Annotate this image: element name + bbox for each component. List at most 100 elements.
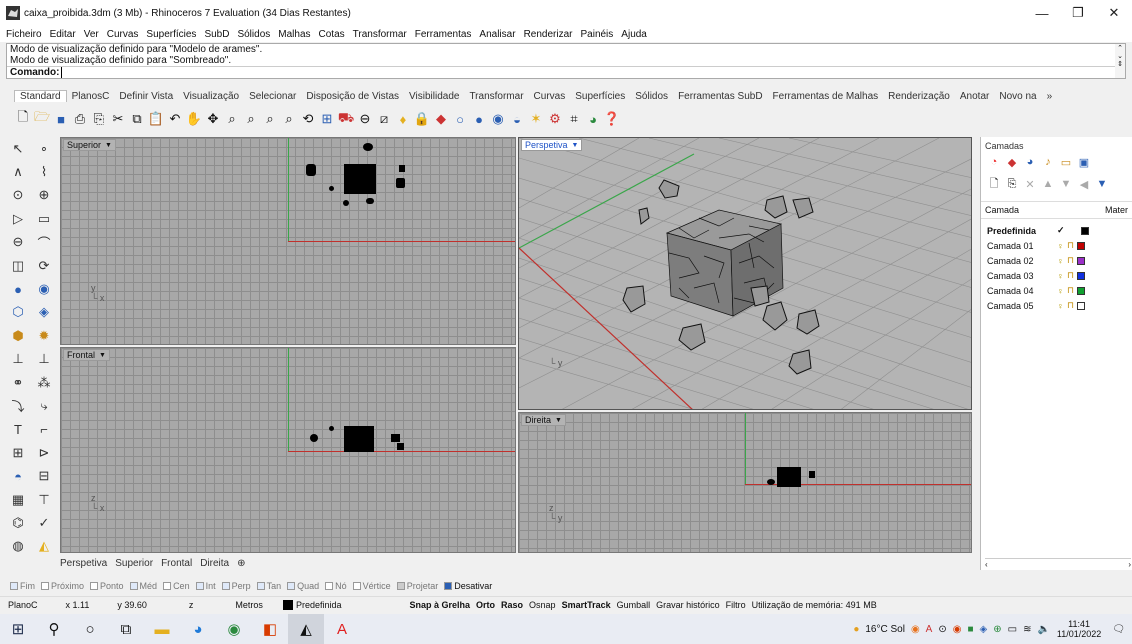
viewport-front-label[interactable]: Frontal ▼: [63, 349, 110, 361]
weather-icon[interactable]: ●: [853, 624, 859, 635]
edge-icon[interactable]: ◕: [180, 614, 216, 644]
filter-icon[interactable]: ▼: [1093, 176, 1111, 192]
search-icon[interactable]: ⚲: [36, 614, 72, 644]
menu-transformar[interactable]: Transformar: [353, 29, 407, 40]
checkbox[interactable]: [41, 582, 49, 590]
toggle-osnap[interactable]: Osnap: [526, 600, 559, 610]
layer-row[interactable]: Camada 03 ♀ ⊓: [981, 268, 1132, 283]
windows-start-icon[interactable]: ⊞: [0, 614, 36, 644]
osnap-vertice[interactable]: Vértice: [352, 581, 391, 591]
shade-icon[interactable]: ◍: [6, 535, 30, 558]
fillet-icon[interactable]: ⌒: [32, 231, 56, 254]
tab-visibilidade[interactable]: Visibilidade: [404, 91, 464, 102]
options-icon[interactable]: ⚙: [546, 109, 564, 129]
display-tab-icon[interactable]: ♪: [1039, 154, 1057, 170]
tab-ferramentas-subd[interactable]: Ferramentas SubD: [673, 91, 767, 102]
osnap-quad[interactable]: Quad: [287, 581, 319, 591]
checkbox[interactable]: [325, 582, 334, 590]
checkbox[interactable]: [256, 582, 265, 590]
tab-transformar[interactable]: Transformar: [464, 91, 528, 102]
bulb-icon[interactable]: ♀: [1057, 256, 1067, 266]
render-mesh-icon[interactable]: ◓: [6, 464, 30, 487]
ellipse-icon[interactable]: ⊕: [32, 184, 56, 207]
four-view-icon[interactable]: ⊞: [318, 109, 336, 129]
tab-definir-vista[interactable]: Definir Vista: [114, 91, 178, 102]
save-icon[interactable]: ■: [52, 109, 70, 129]
menu-paineis[interactable]: Painéis: [580, 29, 613, 40]
clock[interactable]: 11:41 11/01/2022: [1057, 619, 1101, 639]
move-left-icon[interactable]: ◀: [1075, 176, 1093, 192]
layer-color-swatch[interactable]: [1077, 271, 1085, 280]
loft-icon[interactable]: ⟳: [32, 254, 56, 277]
sphere-icon[interactable]: ●: [6, 277, 30, 300]
checkbox[interactable]: [221, 582, 230, 590]
light-icon[interactable]: ✶: [527, 109, 545, 129]
layer-row[interactable]: Predefinida ✓: [981, 223, 1132, 238]
osnap-cen[interactable]: Cen: [163, 581, 190, 591]
toggle-raso[interactable]: Raso: [498, 600, 526, 610]
viewport-front[interactable]: Frontal ▼ z └ x: [60, 347, 516, 553]
network-icon[interactable]: ⊕: [993, 624, 1001, 635]
trim-icon[interactable]: ⤵: [6, 394, 30, 417]
tray-app2-icon[interactable]: ■: [967, 624, 973, 635]
layer-color-swatch[interactable]: [1077, 256, 1085, 265]
box-icon[interactable]: ⬡: [6, 301, 30, 324]
new-file-icon[interactable]: 🗋: [14, 109, 32, 129]
solid-icon[interactable]: ◉: [32, 277, 56, 300]
point-icon[interactable]: ∘: [32, 137, 56, 160]
paste-icon[interactable]: 📋: [147, 109, 165, 129]
surface-icon[interactable]: ◫: [6, 254, 30, 277]
layer-tool-icon[interactable]: ⊤: [32, 488, 56, 511]
osnap-perp[interactable]: Perp: [221, 581, 251, 591]
menu-ajuda[interactable]: Ajuda: [621, 29, 647, 40]
rectangle-icon[interactable]: ▭: [32, 207, 56, 230]
vptab-front[interactable]: Frontal: [161, 558, 192, 569]
acrobat-tray-icon[interactable]: A: [926, 624, 933, 635]
layer-color-swatch[interactable]: [1077, 301, 1085, 310]
osnap-med[interactable]: Méd: [129, 581, 157, 591]
menu-curvas[interactable]: Curvas: [107, 29, 139, 40]
tab-planosc[interactable]: PlanosC: [67, 91, 115, 102]
tab-selecionar[interactable]: Selecionar: [244, 91, 301, 102]
unlock-icon[interactable]: ⊓: [1067, 300, 1077, 311]
wireframe-icon[interactable]: ○: [451, 109, 469, 129]
osnap-no[interactable]: Nó: [325, 581, 347, 591]
checkbox[interactable]: [396, 582, 405, 590]
help-icon[interactable]: ❓: [603, 109, 621, 129]
tab-disposicao-vistas[interactable]: Disposição de Vistas: [301, 91, 404, 102]
material-tool-icon[interactable]: ◭: [32, 535, 56, 558]
viewport-top-label[interactable]: Superior ▼: [63, 139, 116, 151]
render-icon[interactable]: ◒: [508, 109, 526, 129]
zoom-extents-icon[interactable]: ⌕: [261, 109, 279, 129]
polyline-icon[interactable]: ∧: [6, 160, 30, 183]
column-material[interactable]: Mater: [1077, 205, 1128, 215]
print-icon[interactable]: ⎙: [71, 109, 89, 129]
zoom-icon[interactable]: ⌕: [223, 109, 241, 129]
curve-icon[interactable]: ⌇: [32, 160, 56, 183]
cortana-icon[interactable]: ○: [72, 614, 108, 644]
vptab-perspective[interactable]: Perspetiva: [60, 558, 107, 569]
add-viewport-icon[interactable]: ⊕: [237, 558, 245, 569]
office-icon[interactable]: ◧: [252, 614, 288, 644]
osnap-desativar[interactable]: Desativar: [444, 581, 492, 591]
undo-icon[interactable]: ↶: [166, 109, 184, 129]
menu-renderizar[interactable]: Renderizar: [524, 29, 573, 40]
move-icon[interactable]: ⊥: [6, 348, 30, 371]
lock-icon[interactable]: 🔒: [413, 109, 431, 129]
menu-analisar[interactable]: Analisar: [479, 29, 515, 40]
menu-cotas[interactable]: Cotas: [319, 29, 345, 40]
status-layer[interactable]: Predefinida: [271, 599, 350, 610]
properties-tab-icon[interactable]: ◔: [985, 154, 1003, 170]
viewport-right-label[interactable]: Direita ▼: [521, 414, 566, 426]
layer-row[interactable]: Camada 02 ♀ ⊓: [981, 253, 1132, 268]
material-icon[interactable]: ◆: [432, 109, 450, 129]
snapshot-icon[interactable]: ⧄: [375, 109, 393, 129]
split-icon[interactable]: ⤷: [32, 394, 56, 417]
viewport-perspective[interactable]: Perspetiva ▼ └ y: [518, 137, 972, 410]
materials-tab-icon[interactable]: ◕: [1021, 154, 1039, 170]
properties-icon[interactable]: ♦: [394, 109, 412, 129]
text-icon[interactable]: T: [6, 418, 30, 441]
pan-icon[interactable]: ✋: [185, 109, 203, 129]
menu-subd[interactable]: SubD: [204, 29, 229, 40]
rotate-view-icon[interactable]: ✥: [204, 109, 222, 129]
